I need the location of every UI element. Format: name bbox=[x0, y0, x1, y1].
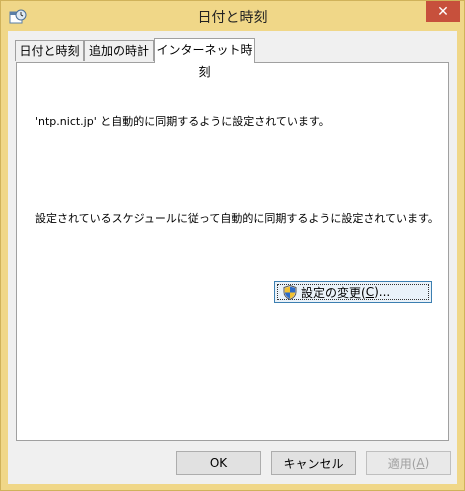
date-time-dialog: 日付と時刻 ✕ 日付と時刻 追加の時計 インターネット時刻 'ntp.nict.… bbox=[0, 0, 465, 491]
tab-label: 追加の時計 bbox=[88, 44, 149, 58]
sync-server-message: 'ntp.nict.jp' と自動的に同期するように設定されています。 bbox=[35, 115, 330, 128]
change-settings-label: 設定の変更( bbox=[301, 285, 366, 300]
uac-shield-icon bbox=[283, 285, 297, 300]
change-settings-suffix: )... bbox=[374, 285, 391, 299]
title-bar[interactable]: 日付と時刻 ✕ bbox=[1, 1, 464, 31]
close-button[interactable]: ✕ bbox=[426, 1, 460, 22]
tab-date-time[interactable]: 日付と時刻 bbox=[15, 40, 84, 61]
close-icon: ✕ bbox=[437, 3, 449, 20]
apply-button-suffix: ) bbox=[424, 456, 430, 470]
tab-label: 日付と時刻 bbox=[19, 44, 80, 58]
tab-additional-clocks[interactable]: 追加の時計 bbox=[84, 40, 154, 61]
change-settings-button[interactable]: 設定の変更(C)... bbox=[274, 281, 432, 303]
cancel-button-label: キャンセル bbox=[283, 456, 344, 471]
dialog-client-area: 日付と時刻 追加の時計 インターネット時刻 'ntp.nict.jp' と自動的… bbox=[8, 31, 457, 484]
apply-button-accelerator: A bbox=[416, 456, 425, 470]
apply-button-label: 適用( bbox=[387, 456, 417, 471]
change-settings-accelerator: C bbox=[365, 285, 375, 299]
ok-button[interactable]: OK bbox=[176, 451, 261, 475]
window-title: 日付と時刻 bbox=[197, 10, 268, 26]
cancel-button[interactable]: キャンセル bbox=[271, 451, 356, 475]
apply-button[interactable]: 適用(A) bbox=[366, 451, 451, 475]
internet-time-panel: 'ntp.nict.jp' と自動的に同期するように設定されています。 設定され… bbox=[16, 62, 449, 441]
sync-schedule-message: 設定されているスケジュールに従って自動的に同期するように設定されています。 bbox=[35, 212, 439, 225]
tab-internet-time[interactable]: インターネット時刻 bbox=[154, 38, 255, 79]
ok-button-label: OK bbox=[209, 456, 228, 470]
